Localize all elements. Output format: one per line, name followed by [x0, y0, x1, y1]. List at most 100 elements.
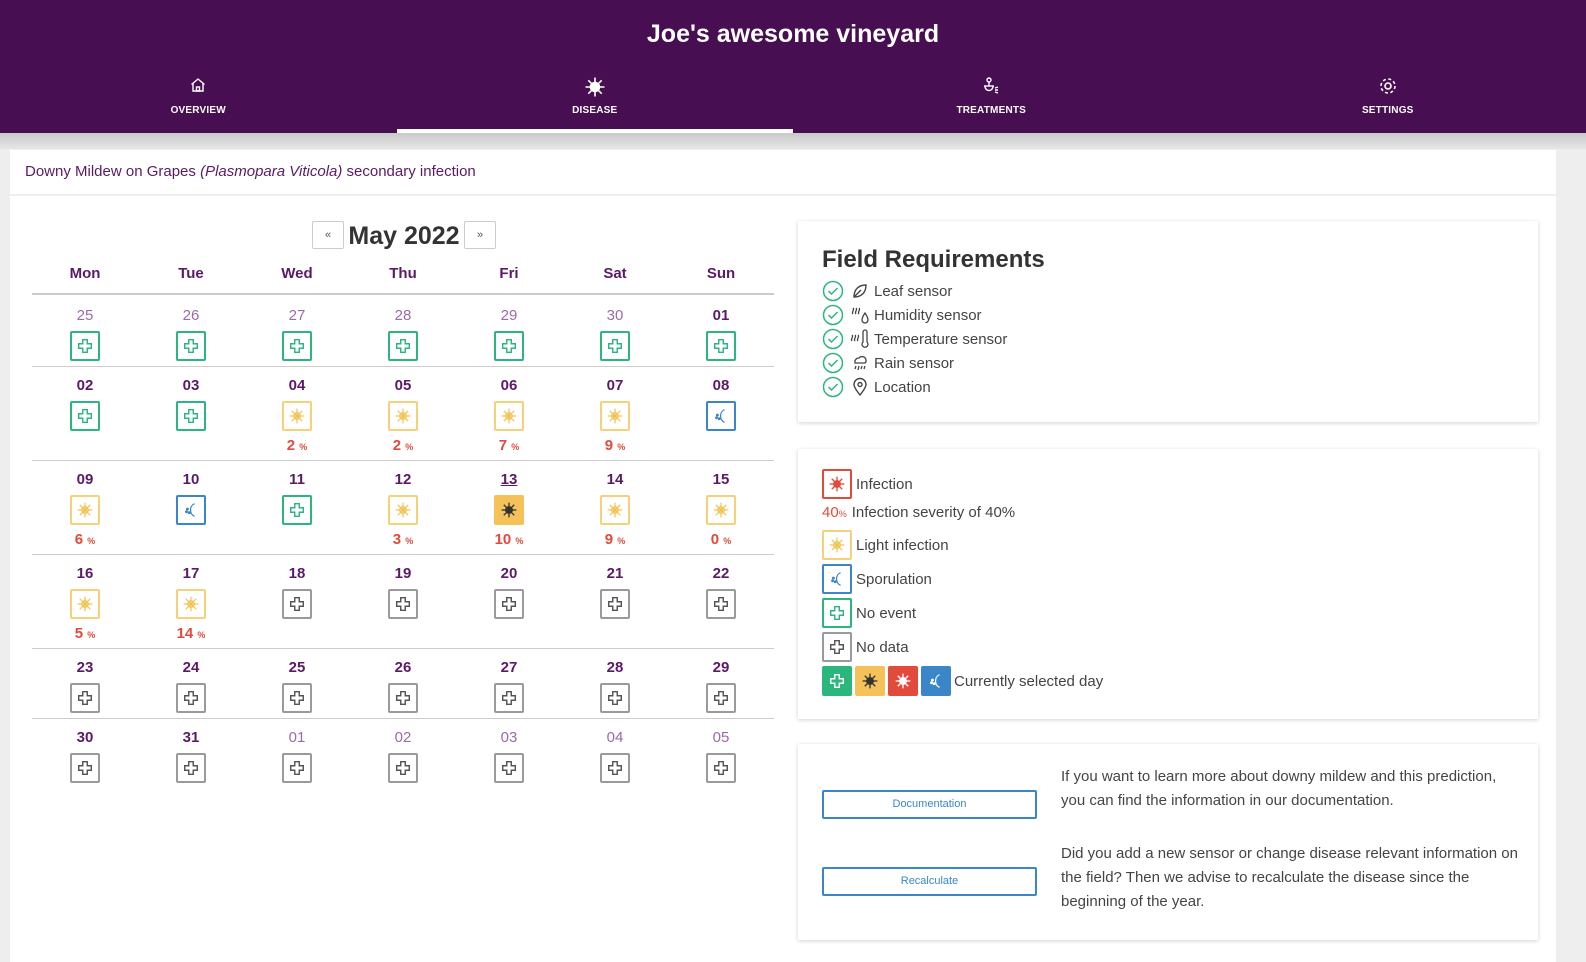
- recalculate-button[interactable]: Recalculate: [822, 867, 1037, 896]
- calendar-day[interactable]: 06 7 %: [456, 367, 562, 460]
- light-infection-icon[interactable]: [706, 495, 736, 525]
- no-data-icon[interactable]: [600, 683, 630, 713]
- calendar-day[interactable]: 25: [32, 297, 138, 366]
- no-event-icon[interactable]: [388, 331, 418, 361]
- no-data-icon[interactable]: [176, 683, 206, 713]
- calendar-day[interactable]: 17 14 %: [138, 555, 244, 648]
- calendar-day[interactable]: 29: [668, 649, 774, 718]
- no-data-icon[interactable]: [70, 683, 100, 713]
- calendar-day[interactable]: 22: [668, 555, 774, 648]
- no-data-icon[interactable]: [70, 753, 100, 783]
- calendar-day[interactable]: 01: [668, 297, 774, 366]
- calendar-day[interactable]: 27: [456, 649, 562, 718]
- no-event-icon[interactable]: [600, 331, 630, 361]
- calendar-day[interactable]: 11: [244, 461, 350, 554]
- tab-disease-label: DISEASE: [572, 105, 618, 116]
- calendar-day[interactable]: 30: [32, 719, 138, 789]
- calendar-day[interactable]: 01: [244, 719, 350, 789]
- tab-settings[interactable]: SETTINGS: [1190, 68, 1586, 133]
- no-data-icon[interactable]: [494, 683, 524, 713]
- no-event-icon[interactable]: [176, 331, 206, 361]
- no-data-icon[interactable]: [600, 753, 630, 783]
- calendar-day[interactable]: 12 3 %: [350, 461, 456, 554]
- calendar-day[interactable]: 26: [350, 649, 456, 718]
- sporulation-icon[interactable]: [176, 495, 206, 525]
- calendar-day[interactable]: 28: [350, 297, 456, 366]
- no-data-icon[interactable]: [706, 753, 736, 783]
- tab-overview[interactable]: OVERVIEW: [0, 68, 397, 133]
- calendar-day[interactable]: 14 9 %: [562, 461, 668, 554]
- sporulation-icon[interactable]: [706, 401, 736, 431]
- light-infection-icon[interactable]: [388, 495, 418, 525]
- calendar-day[interactable]: 30: [562, 297, 668, 366]
- calendar-day[interactable]: 05 2 %: [350, 367, 456, 460]
- light-infection-icon[interactable]: [600, 401, 630, 431]
- calendar-day[interactable]: 02: [32, 367, 138, 460]
- home-icon: [191, 78, 206, 92]
- calendar-day[interactable]: 26: [138, 297, 244, 366]
- no-data-icon[interactable]: [388, 589, 418, 619]
- no-event-icon[interactable]: [494, 331, 524, 361]
- no-data-icon[interactable]: [282, 589, 312, 619]
- no-data-icon[interactable]: [706, 683, 736, 713]
- no-data-icon[interactable]: [282, 753, 312, 783]
- calendar-day[interactable]: 13 10 %: [456, 461, 562, 554]
- calendar-day[interactable]: 02: [350, 719, 456, 789]
- calendar-day[interactable]: 04: [562, 719, 668, 789]
- no-event-icon[interactable]: [70, 331, 100, 361]
- calendar-day[interactable]: 19: [350, 555, 456, 648]
- calendar-day[interactable]: 09 6 %: [32, 461, 138, 554]
- calendar-day[interactable]: 05: [668, 719, 774, 789]
- calendar-day[interactable]: 03: [456, 719, 562, 789]
- day-number: 04: [288, 377, 306, 394]
- no-event-icon[interactable]: [70, 401, 100, 431]
- calendar-day[interactable]: 07 9 %: [562, 367, 668, 460]
- severity-sample-percent: %: [838, 509, 847, 519]
- no-data-icon[interactable]: [494, 753, 524, 783]
- check-circle-icon: [822, 352, 844, 374]
- calendar-day[interactable]: 08: [668, 367, 774, 460]
- no-data-icon[interactable]: [388, 753, 418, 783]
- calendar-day[interactable]: 24: [138, 649, 244, 718]
- calendar-day[interactable]: 04 2 %: [244, 367, 350, 460]
- calendar-day[interactable]: 10: [138, 461, 244, 554]
- calendar-day[interactable]: 20: [456, 555, 562, 648]
- no-data-icon[interactable]: [176, 753, 206, 783]
- calendar-day[interactable]: 03: [138, 367, 244, 460]
- calendar-day[interactable]: 27: [244, 297, 350, 366]
- prev-month-button[interactable]: «: [312, 221, 344, 249]
- calendar-day[interactable]: 31: [138, 719, 244, 789]
- weekday-sat: Sat: [603, 265, 627, 282]
- no-event-icon[interactable]: [282, 331, 312, 361]
- no-event-icon[interactable]: [176, 401, 206, 431]
- documentation-button[interactable]: Documentation: [822, 790, 1037, 819]
- light-infection-icon[interactable]: [388, 401, 418, 431]
- calendar-day[interactable]: 28: [562, 649, 668, 718]
- no-data-icon[interactable]: [706, 589, 736, 619]
- calendar-day[interactable]: 25: [244, 649, 350, 718]
- severity-value: 3: [392, 531, 402, 548]
- no-data-icon[interactable]: [494, 589, 524, 619]
- light-infection-icon[interactable]: [176, 589, 206, 619]
- calendar-day[interactable]: 23: [32, 649, 138, 718]
- light-infection-icon[interactable]: [70, 495, 100, 525]
- light-infection-icon[interactable]: [282, 401, 312, 431]
- light-infection-icon[interactable]: [70, 589, 100, 619]
- no-event-icon[interactable]: [706, 331, 736, 361]
- light-infection-icon[interactable]: [600, 495, 630, 525]
- calendar-day[interactable]: 29: [456, 297, 562, 366]
- tab-treatments[interactable]: TREATMENTS: [793, 68, 1190, 133]
- calendar-day[interactable]: 21: [562, 555, 668, 648]
- next-month-button[interactable]: »: [464, 221, 496, 249]
- calendar-day[interactable]: 15 0 %: [668, 461, 774, 554]
- no-event-icon[interactable]: [282, 495, 312, 525]
- light-infection-icon[interactable]: [494, 495, 524, 525]
- calendar-day[interactable]: 16 5 %: [32, 555, 138, 648]
- light-infection-icon[interactable]: [494, 401, 524, 431]
- no-data-icon[interactable]: [282, 683, 312, 713]
- calendar-day[interactable]: 18: [244, 555, 350, 648]
- no-data-icon[interactable]: [600, 589, 630, 619]
- tab-disease[interactable]: DISEASE: [396, 68, 794, 133]
- documentation-text: If you want to learn more about downy mi…: [1061, 768, 1497, 809]
- no-data-icon[interactable]: [388, 683, 418, 713]
